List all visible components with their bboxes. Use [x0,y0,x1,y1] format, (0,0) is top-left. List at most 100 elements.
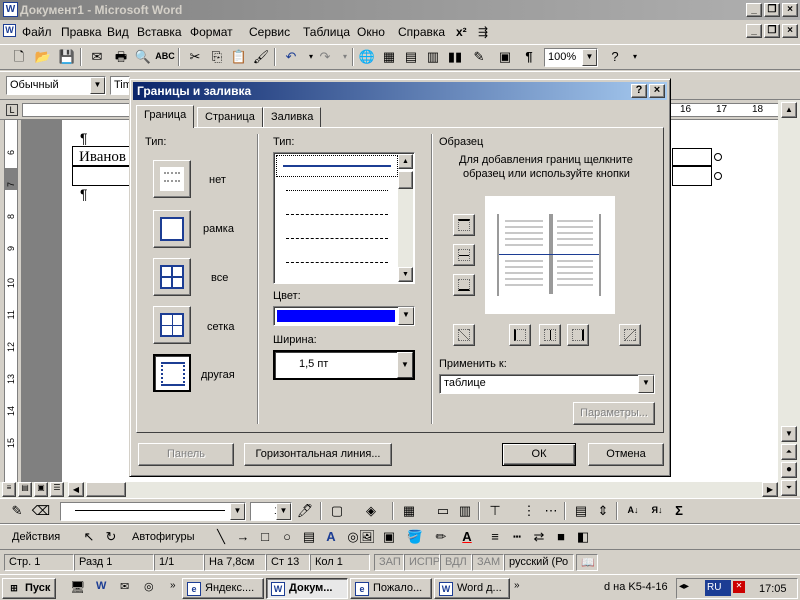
new-document-icon[interactable]: 🗋 [8,47,30,67]
columns-icon[interactable]: ▮▮ [444,47,466,67]
undo-icon[interactable]: ↶ [280,47,302,67]
chevron-down-icon[interactable]: ▼ [398,307,414,325]
task-document[interactable]: W Докум... [266,578,348,599]
line-weight-select[interactable]: 1 ▼ [250,502,292,521]
restore-button[interactable]: ❐ [764,3,780,17]
line-style-item[interactable] [276,253,398,275]
menu-help[interactable]: Справка [398,25,445,39]
zoom-select[interactable]: 100% ▼ [544,48,598,67]
start-button[interactable]: ⊞ Пуск [2,578,56,599]
shadow-icon[interactable]: ■ [550,527,572,547]
tray-app-icon[interactable]: ✕ [733,581,745,593]
scroll-left-icon[interactable]: ◀ [68,482,84,497]
status-ext[interactable]: ВДЛ [440,554,472,571]
tray-arrows-icon[interactable]: ◂▸ [679,581,689,592]
task-welcome[interactable]: e Пожало... [350,578,432,599]
clipart-icon[interactable]: 🖼 [356,527,378,547]
color-select[interactable]: ▼ [273,306,415,326]
3d-icon[interactable]: ◧ [572,527,594,547]
preset-grid-icon[interactable] [153,306,191,344]
menu-table[interactable]: Таблица [303,25,350,39]
dash-style-icon[interactable]: ┅ [506,527,528,547]
line-style-item[interactable] [276,229,398,251]
autosum-icon[interactable]: Σ [668,501,690,521]
browser-icon[interactable]: ◎ [144,580,162,596]
tab-page-border[interactable]: Страница [197,107,263,127]
chevron-down-icon[interactable]: ▼ [230,503,245,520]
sort-ascending-icon[interactable]: А↓ [622,501,644,521]
shading-color-icon[interactable]: ◈ [360,501,382,521]
diagonal-up-border-icon[interactable] [619,324,641,346]
line-icon[interactable]: ╲ [210,527,232,547]
print-layout-icon[interactable]: ▣ [34,482,48,497]
spelling-icon[interactable]: ABC [154,47,176,67]
vertical-scrollbar[interactable]: ▲ ▼ ⏶ ● ⏷ [778,100,800,496]
line-style-item-selected[interactable] [276,155,398,177]
line-style-list[interactable]: ▲ ▼ [273,152,415,284]
font-color-icon[interactable]: A [456,527,478,547]
actions-menu[interactable]: Действия [12,531,60,543]
table-cell[interactable] [672,166,712,186]
word-icon[interactable]: W [96,580,114,596]
task-yandex[interactable]: e Яндекс.... [182,578,264,599]
preset-grid-label[interactable]: сетка [207,321,234,333]
arrow-style-icon[interactable]: ⇄ [528,527,550,547]
ok-button[interactable]: ОК [502,443,576,466]
select-objects-icon[interactable]: ↖ [78,527,100,547]
document-icon[interactable]: W [3,24,16,37]
status-ovr[interactable]: ЗАМ [472,554,504,571]
outside-border-icon[interactable]: ▢ [326,501,348,521]
copy-icon[interactable]: ⎘ [206,47,228,67]
print-icon[interactable]: 🖶 [110,47,132,67]
inside-horizontal-border-icon[interactable] [453,244,475,266]
width-select[interactable]: 1,5 пт ▼ [273,350,415,380]
doc-close-button[interactable]: × [782,24,798,38]
menu-window[interactable]: Окно [357,25,385,39]
tables-borders-icon[interactable]: ▦ [378,47,400,67]
task-word-doc[interactable]: W Word д... [434,578,510,599]
scroll-thumb[interactable] [398,171,413,189]
status-trk[interactable]: ИСПР [404,554,440,571]
panel-button[interactable]: Панель [138,443,234,466]
distribute-rows-icon[interactable]: ⋮ [518,501,540,521]
menu-view[interactable]: Вид [107,25,129,39]
close-icon[interactable]: × [649,84,665,98]
text-box-icon[interactable]: ▤ [298,527,320,547]
line-style-select[interactable]: ▼ [60,502,246,521]
scroll-track[interactable] [398,189,413,267]
next-page-icon[interactable]: ⏷ [781,480,797,496]
preset-all-icon[interactable] [153,258,191,296]
options-button[interactable]: Параметры... [573,402,655,425]
preset-all-label[interactable]: все [211,272,228,284]
insert-excel-icon[interactable]: ▥ [422,47,444,67]
border-preview[interactable] [485,196,615,314]
top-border-icon[interactable] [453,214,475,236]
right-border-icon[interactable] [567,324,589,346]
previous-page-icon[interactable]: ⏶ [781,444,797,460]
save-icon[interactable]: 💾 [56,47,78,67]
border-color-icon[interactable]: 🖊 [294,501,316,521]
tab-selector-icon[interactable]: L [6,104,18,116]
superscript-icon[interactable]: x² [456,25,467,39]
chevron-down-icon[interactable]: ▼ [90,77,105,94]
autoformat-icon[interactable]: ▤ [570,501,592,521]
chevron-down-icon[interactable]: ▼ [638,375,654,393]
help-icon[interactable]: ? [604,47,626,67]
cut-icon[interactable]: ✂ [184,47,206,67]
diagonal-down-border-icon[interactable] [453,324,475,346]
line-color-icon[interactable]: ✏ [430,527,452,547]
doc-minimize-button[interactable]: _ [746,24,762,38]
desktop-icon[interactable]: 🖥 [70,580,88,596]
line-style-item[interactable] [276,181,398,203]
oval-icon[interactable]: ○ [276,527,298,547]
spelling-status-icon[interactable]: 📖 [576,554,598,571]
chevron-down-icon[interactable]: ▼ [397,352,413,378]
outline-view-icon[interactable]: ☰ [50,482,64,497]
open-icon[interactable]: 📂 [32,47,54,67]
picture-icon[interactable]: ▣ [378,527,400,547]
bottom-border-icon[interactable] [453,274,475,296]
email-icon[interactable]: ✉ [86,47,108,67]
tab-borders[interactable]: Граница [136,105,195,128]
tab-shading[interactable]: Заливка [263,107,322,127]
menu-file[interactable]: Файл [22,25,52,39]
